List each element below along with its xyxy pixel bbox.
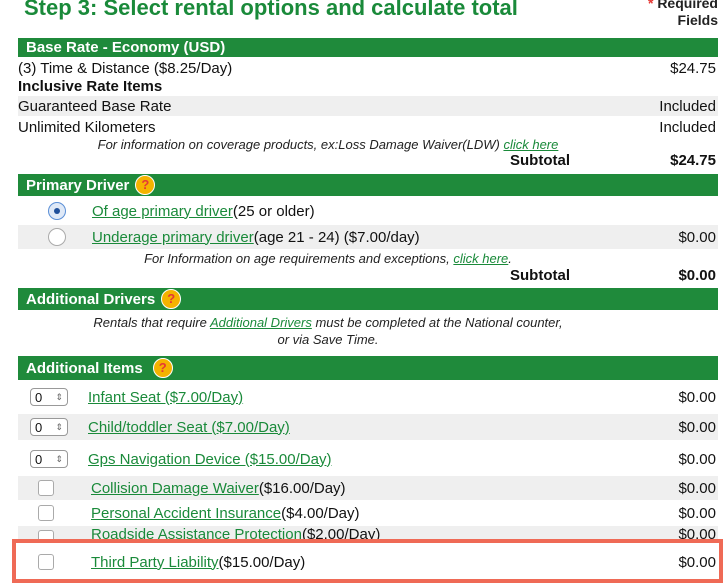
quantity-value: 0: [35, 451, 43, 467]
roadside-rate: ($2.00/Day): [301, 526, 381, 540]
child-seat-quantity-select[interactable]: 0 ⇕: [30, 418, 68, 436]
help-icon[interactable]: ?: [152, 358, 173, 378]
child-seat-link[interactable]: Child/toddler Seat ($7.00/Day): [88, 419, 290, 436]
pai-link[interactable]: Personal Accident Insurance: [91, 505, 281, 522]
additional-drivers-link[interactable]: Additional Drivers: [210, 315, 312, 330]
required-star: *: [647, 0, 654, 11]
cdw-checkbox[interactable]: [38, 480, 54, 496]
fields-label: Fields: [677, 12, 718, 28]
pai-rate: ($4.00/Day): [281, 504, 360, 522]
additional-drivers-note-text: must be completed at the National counte…: [315, 315, 563, 330]
inclusive-item-value: Included: [659, 97, 716, 115]
age-note: For Information on age requirements and …: [18, 251, 638, 266]
underage-driver-radio[interactable]: [48, 228, 66, 246]
pai-checkbox[interactable]: [38, 505, 54, 521]
additional-drivers-header: Additional Drivers ?: [18, 288, 718, 310]
additional-drivers-note-text: or via Save Time.: [277, 332, 379, 347]
subtotal-value: $24.75: [670, 152, 716, 169]
required-label: Required: [657, 0, 718, 11]
inclusive-item-row: Guaranteed Base Rate Included: [18, 96, 718, 116]
coverage-note: For information on coverage products, ex…: [18, 137, 638, 152]
highlight-box: [12, 539, 723, 583]
base-rate-subtotal: Subtotal $24.75: [18, 152, 718, 172]
updown-chevron-icon: ⇕: [55, 421, 63, 432]
underage-driver-link[interactable]: Underage primary driver: [92, 229, 254, 246]
required-fields-note: * Required Fields: [648, 0, 718, 29]
updown-chevron-icon: ⇕: [55, 391, 63, 402]
subtotal-label: Subtotal: [510, 267, 570, 284]
of-age-driver-detail: (25 or older): [232, 202, 315, 220]
time-distance-row: (3) Time & Distance ($8.25/Day) $24.75: [18, 58, 718, 78]
inclusive-item-label: Guaranteed Base Rate: [18, 97, 172, 115]
primary-driver-heading: Primary Driver: [26, 176, 130, 194]
additional-drivers-note: Rentals that require Additional Drivers …: [18, 314, 638, 348]
child-seat-price: $0.00: [678, 418, 716, 436]
inclusive-item-row: Unlimited Kilometers Included: [18, 117, 718, 137]
updown-chevron-icon: ⇕: [55, 453, 63, 464]
roadside-link[interactable]: Roadside Assistance Protection: [91, 526, 302, 540]
base-rate-header: Base Rate - Economy (USD): [18, 38, 718, 57]
cdw-link[interactable]: Collision Damage Waiver: [91, 480, 259, 497]
inclusive-heading-row: Inclusive Rate Items: [18, 77, 718, 95]
subtotal-value: $0.00: [678, 267, 716, 284]
quantity-value: 0: [35, 419, 43, 435]
infant-seat-link[interactable]: Infant Seat ($7.00/Day): [88, 389, 243, 406]
child-seat-row: 0 ⇕ Child/toddler Seat ($7.00/Day) $0.00: [18, 414, 718, 440]
time-distance-label: (3) Time & Distance ($8.25/Day): [18, 59, 233, 77]
roadside-price: $0.00: [678, 526, 716, 540]
additional-drivers-note-text: Rentals that require: [93, 315, 207, 330]
additional-items-header: Additional Items ?: [18, 356, 718, 380]
primary-driver-header: Primary Driver ?: [18, 174, 718, 196]
base-rate-heading: Base Rate - Economy (USD): [26, 39, 226, 56]
inclusive-heading: Inclusive Rate Items: [18, 77, 163, 95]
inclusive-item-value: Included: [659, 118, 716, 136]
help-icon[interactable]: ?: [161, 289, 182, 309]
pai-row: Personal Accident Insurance ($4.00/Day) …: [18, 501, 718, 525]
roadside-row: Roadside Assistance Protection ($2.00/Da…: [18, 526, 718, 540]
quantity-value: 0: [35, 389, 43, 405]
of-age-driver-link[interactable]: Of age primary driver: [92, 203, 233, 220]
gps-price: $0.00: [678, 450, 716, 468]
underage-driver-row: Underage primary driver (age 21 - 24) ($…: [18, 225, 718, 249]
age-click-here-link[interactable]: click here: [453, 251, 508, 266]
age-note-end: .: [508, 251, 512, 266]
gps-link[interactable]: Gps Navigation Device ($15.00/Day): [88, 451, 331, 468]
underage-driver-price: $0.00: [678, 228, 716, 246]
pai-price: $0.00: [678, 504, 716, 522]
additional-drivers-heading: Additional Drivers: [26, 290, 156, 308]
cdw-price: $0.00: [678, 479, 716, 497]
help-icon[interactable]: ?: [135, 175, 156, 195]
inclusive-item-label: Unlimited Kilometers: [18, 118, 156, 136]
gps-quantity-select[interactable]: 0 ⇕: [30, 450, 68, 468]
subtotal-label: Subtotal: [510, 152, 570, 169]
infant-seat-price: $0.00: [678, 388, 716, 406]
gps-row: 0 ⇕ Gps Navigation Device ($15.00/Day) $0…: [18, 446, 718, 472]
of-age-driver-radio[interactable]: [48, 202, 66, 220]
additional-items-heading: Additional Items: [26, 359, 143, 377]
cdw-rate: ($16.00/Day): [258, 479, 346, 497]
underage-driver-detail: (age 21 - 24) ($7.00/day): [253, 228, 420, 246]
page-title: Step 3: Select rental options and calcul…: [24, 0, 518, 20]
age-note-text: For Information on age requirements and …: [144, 251, 450, 266]
coverage-click-here-link[interactable]: click here: [503, 137, 558, 152]
of-age-driver-row: Of age primary driver (25 or older): [18, 199, 718, 223]
primary-driver-subtotal: Subtotal $0.00: [18, 267, 718, 287]
coverage-note-text: For information on coverage products, ex…: [97, 137, 500, 152]
cdw-row: Collision Damage Waiver ($16.00/Day) $0.…: [18, 476, 718, 500]
infant-seat-row: 0 ⇕ Infant Seat ($7.00/Day) $0.00: [18, 384, 718, 410]
infant-seat-quantity-select[interactable]: 0 ⇕: [30, 388, 68, 406]
time-distance-price: $24.75: [670, 59, 716, 77]
